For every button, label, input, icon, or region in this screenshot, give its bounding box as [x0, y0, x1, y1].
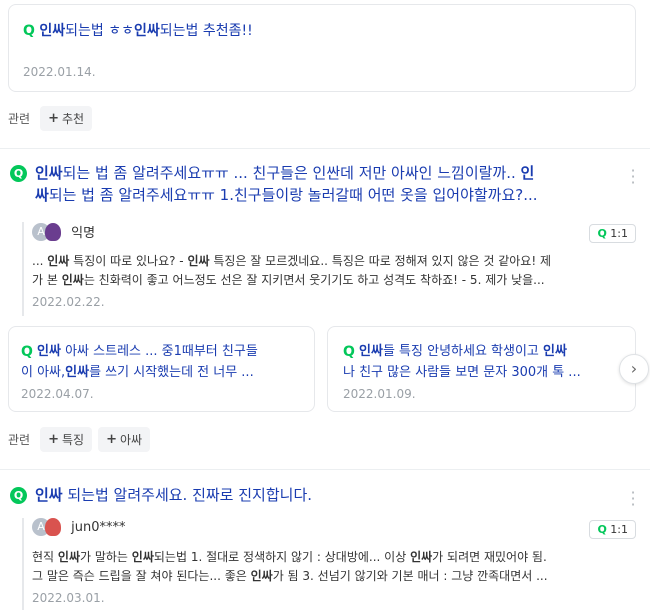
result-title[interactable]: Q 인싸 되는법 알려주세요. 진짜로 진지합니다.	[10, 484, 312, 506]
snippet-highlight: 인싸	[57, 550, 80, 564]
plus-icon: +	[48, 432, 59, 447]
user-badge-icon	[45, 518, 61, 536]
answer-date: 2022.02.22.	[32, 295, 105, 309]
divider	[0, 469, 650, 470]
question-icon: Q	[10, 487, 27, 504]
chip-label: 아싸	[120, 433, 143, 447]
answer-preview: A jun0**** 현직 인싸가 말하는 인싸되는법 1. 절대로 정색하지 …	[22, 518, 622, 610]
snippet-highlight: 인싸	[47, 254, 70, 268]
related-question-title: Q 인싸 아싸 스트레스 ... 중1때부터 친구들 이 아싸,인싸를 쓰기 시…	[21, 341, 258, 383]
snippet-text: 특징은 잘 모르겠네요.. 특징은 따로 정해져 있지 않은 것 같아요! 제	[209, 254, 551, 268]
title-highlight: 인싸	[39, 23, 66, 39]
tag-chip-outsider[interactable]: + 아싸	[98, 427, 151, 452]
related-question-title: Q 인싸들 특징 안녕하세요 학생이고 인싸 나 친구 많은 사람들 보면 문자…	[343, 341, 581, 383]
answer-author: A 익명	[32, 222, 622, 248]
snippet-text: 가 본	[32, 273, 62, 287]
related-question-card[interactable]: Q 인싸 아싸 스트레스 ... 중1때부터 친구들 이 아싸,인싸를 쓰기 시…	[8, 326, 315, 412]
title-text: 되는법 추천좀!!	[159, 23, 253, 39]
reply-count-badge[interactable]: Q 1:1	[589, 520, 636, 539]
reply-count-badge[interactable]: Q 1:1	[589, 224, 636, 243]
tag-chip-recommend[interactable]: + 추천	[40, 106, 93, 131]
plus-icon: +	[48, 111, 59, 126]
question-icon: Q	[23, 23, 35, 39]
title-text: 되는법 ㅎㅎ	[65, 23, 134, 39]
title-highlight: 인	[520, 164, 535, 182]
title-highlight: 인싸	[35, 486, 63, 504]
more-options-icon[interactable]: · · ·	[630, 485, 636, 513]
snippet-highlight: 인싸	[131, 550, 154, 564]
username[interactable]: 익명	[71, 226, 95, 241]
snippet-highlight: 인싸	[61, 273, 84, 287]
title-text: 들 특징 안녕하세요 학생이고	[382, 344, 544, 359]
related-label: 관련	[8, 433, 31, 447]
related-tags: 관련 + 특징 + 아싸	[8, 427, 151, 452]
title-highlight: 인싸	[543, 344, 567, 359]
answer-author: A jun0****	[32, 518, 622, 544]
chip-label: 추천	[62, 112, 85, 126]
result-title[interactable]: Q 인싸되는 법 좀 알려주세요ㅠㅠ ... 친구들은 인싼데 저만 아싸인 느낌…	[10, 162, 610, 206]
tag-chip-feature[interactable]: + 특징	[40, 427, 93, 452]
snippet-text: ...	[32, 254, 48, 268]
snippet-text: 되는법 1. 절대로 정색하지 않기 : 상대방에... 이상	[153, 550, 411, 564]
title-highlight: 인싸	[65, 365, 90, 380]
snippet-text: 그 말은 즉슨 드립을 잘 쳐야 된다는... 좋은	[32, 569, 251, 583]
top-result-title[interactable]: Q 인싸되는법 ㅎㅎ인싸되는법 추천좀!!	[23, 20, 253, 40]
question-icon: Q	[343, 343, 355, 360]
username[interactable]: jun0****	[71, 520, 125, 535]
snippet-highlight: 인싸	[250, 569, 273, 583]
snippet-highlight: 인싸	[187, 254, 210, 268]
snippet-text: 가 됨 3. 선넘기 않기와 기본 매너 : 그냥 깐족대면서 ...	[272, 569, 548, 583]
answer-date: 2022.03.01.	[32, 591, 105, 605]
related-label: 관련	[8, 112, 31, 126]
title-text: 되는 법 좀 알려주세요ㅠㅠ 1.친구들이랑 놀러갈때 어떤 옷을 입어야할까요…	[48, 186, 538, 204]
badge-label: 1:1	[610, 227, 628, 240]
chip-label: 특징	[62, 433, 85, 447]
answer-snippet[interactable]: 현직 인싸가 말하는 인싸되는법 1. 절대로 정색하지 않기 : 상대방에..…	[32, 548, 622, 586]
next-arrow-button[interactable]: ›	[619, 354, 649, 384]
title-text: 되는 법 좀 알려주세요ㅠㅠ ... 친구들은 인싼데 저만 아싸인 느낌이랄까…	[62, 164, 521, 182]
question-icon: Q	[10, 165, 27, 182]
user-badge-icon	[45, 222, 61, 241]
title-text: 나 친구 많은 사람들 보면 문자 300개 톡 ...	[343, 365, 581, 380]
answer-snippet[interactable]: ... 인싸 특징이 따로 있나요? - 인싸 특징은 잘 모르겠네요.. 특징…	[32, 252, 622, 290]
snippet-text: 가 되려면 재밌어야 됨.	[432, 550, 547, 564]
title-line-2: 싸되는 법 좀 알려주세요ㅠㅠ 1.친구들이랑 놀러갈때 어떤 옷을 입어야할까…	[10, 184, 610, 206]
divider	[0, 148, 650, 149]
related-tags: 관련 + 추천	[8, 106, 93, 131]
related-question-date: 2022.04.07.	[21, 387, 94, 401]
title-highlight: 인싸	[133, 23, 160, 39]
more-options-icon[interactable]: · · ·	[630, 163, 636, 191]
title-highlight: 인싸	[35, 164, 63, 182]
top-result-card: Q 인싸되는법 ㅎㅎ인싸되는법 추천좀!! 2022.01.14.	[8, 4, 636, 92]
plus-icon: +	[106, 432, 117, 447]
title-text: 이 아싸,	[21, 365, 66, 380]
snippet-text: 가 말하는	[80, 550, 132, 564]
snippet-text: 는 친화력이 좋고 어느정도 선은 잘 지키면서 웃기기도 하고 성격도 착하죠…	[83, 273, 545, 287]
title-highlight: 싸	[35, 186, 49, 204]
title-text: 아싸 스트레스 ... 중1때부터 친구들	[60, 344, 258, 359]
title-highlight: 인싸	[37, 344, 61, 359]
snippet-text: 특징이 따로 있나요? -	[69, 254, 188, 268]
badge-label: 1:1	[610, 523, 628, 536]
snippet-highlight: 인싸	[410, 550, 433, 564]
question-icon: Q	[21, 343, 33, 360]
reply-icon: Q	[597, 227, 607, 240]
title-text: 를 쓰기 시작했는데 전 너무 ...	[89, 365, 254, 380]
reply-icon: Q	[597, 523, 607, 536]
answer-preview: A 익명 ... 인싸 특징이 따로 있나요? - 인싸 특징은 잘 모르겠네요…	[22, 222, 622, 316]
title-text: 되는법 알려주세요. 진짜로 진지합니다.	[62, 486, 313, 504]
top-result-date: 2022.01.14.	[23, 65, 96, 79]
related-question-date: 2022.01.09.	[343, 387, 416, 401]
title-highlight: 인싸	[359, 344, 383, 359]
snippet-text: 현직	[32, 550, 58, 564]
related-question-card[interactable]: Q 인싸들 특징 안녕하세요 학생이고 인싸 나 친구 많은 사람들 보면 문자…	[327, 326, 636, 412]
